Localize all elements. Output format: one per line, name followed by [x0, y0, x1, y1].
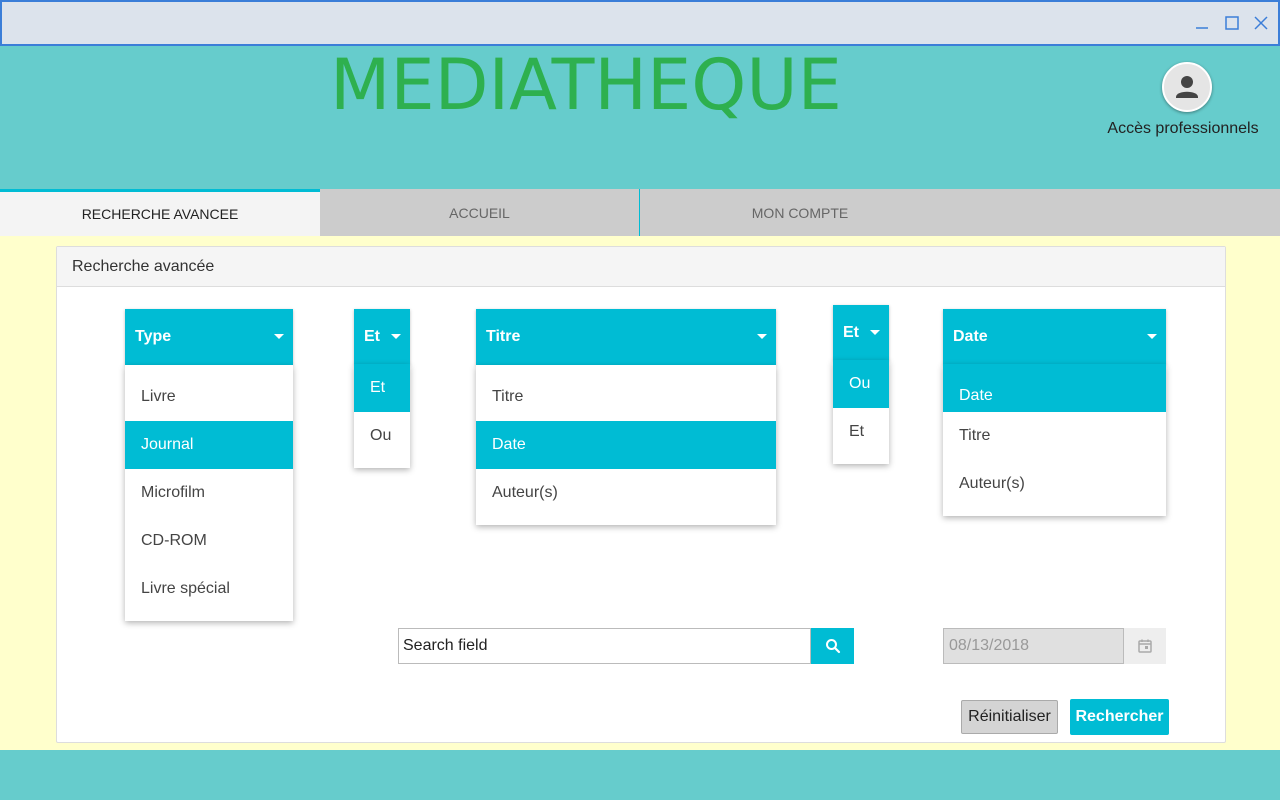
operator1-dropdown: Et Ou [354, 364, 410, 468]
field1-combo-label: Titre [486, 328, 521, 345]
search-icon [825, 639, 840, 654]
type-dropdown: Livre Journal Microfilm CD-ROM Livre spé… [125, 365, 293, 621]
list-item[interactable]: Ou [354, 412, 410, 460]
operator2-dropdown: Ou Et [833, 360, 889, 464]
list-item[interactable]: Auteur(s) [476, 469, 776, 517]
submit-search-button[interactable]: Rechercher [1070, 699, 1169, 735]
operator1-combo-label: Et [364, 328, 380, 345]
field2-dropdown: Date Titre Auteur(s) [943, 364, 1166, 516]
operator2-combo-label: Et [843, 324, 859, 341]
app-title: MEDIATHEQUE [330, 44, 842, 126]
list-item[interactable]: Livre [125, 373, 293, 421]
operator2-combo[interactable]: Et [833, 305, 889, 361]
list-item[interactable]: Journal [125, 421, 293, 469]
list-item[interactable]: Titre [943, 412, 1166, 460]
maximize-icon[interactable] [1220, 10, 1244, 36]
calendar-icon [1138, 639, 1152, 653]
list-item[interactable]: Livre spécial [125, 565, 293, 613]
list-item[interactable]: Ou [833, 360, 889, 408]
list-item[interactable]: Et [833, 408, 889, 456]
minimize-icon[interactable] [1190, 10, 1214, 36]
list-item[interactable]: CD-ROM [125, 517, 293, 565]
field1-dropdown: Titre Date Auteur(s) [476, 365, 776, 525]
field2-combo[interactable]: Date [943, 309, 1166, 365]
field1-combo[interactable]: Titre [476, 309, 776, 365]
chevron-down-icon [1147, 334, 1157, 339]
list-item[interactable]: Titre [476, 373, 776, 421]
chevron-down-icon [870, 330, 880, 335]
search-input[interactable] [398, 628, 811, 664]
operator1-combo[interactable]: Et [354, 309, 410, 365]
close-icon[interactable] [1249, 10, 1273, 36]
person-icon[interactable] [1162, 62, 1212, 112]
tab-mon-compte[interactable]: MON COMPTE [640, 189, 960, 236]
list-item[interactable]: Date [476, 421, 776, 469]
panel-title: Recherche avancée [57, 247, 1225, 287]
chevron-down-icon [391, 334, 401, 339]
list-item[interactable]: Microfilm [125, 469, 293, 517]
tab-bar: RECHERCHE AVANCEE ACCUEIL MON COMPTE [0, 189, 1280, 236]
chevron-down-icon [757, 334, 767, 339]
list-item[interactable]: Auteur(s) [943, 460, 1166, 508]
tab-recherche-avancee[interactable]: RECHERCHE AVANCEE [0, 189, 320, 236]
reset-button[interactable]: Réinitialiser [961, 700, 1058, 734]
field2-combo-label: Date [953, 328, 988, 345]
date-field[interactable] [943, 628, 1124, 664]
pro-access-link[interactable]: Accès professionnels [1100, 120, 1266, 138]
window-titlebar [0, 0, 1280, 46]
date-picker-button[interactable] [1124, 628, 1166, 664]
tab-accueil[interactable]: ACCUEIL [320, 189, 639, 236]
type-combo[interactable]: Type [125, 309, 293, 365]
type-combo-label: Type [135, 328, 172, 345]
search-button[interactable] [811, 628, 854, 664]
chevron-down-icon [274, 334, 284, 339]
list-item[interactable]: Date [943, 364, 1166, 412]
list-item[interactable]: Et [354, 364, 410, 412]
